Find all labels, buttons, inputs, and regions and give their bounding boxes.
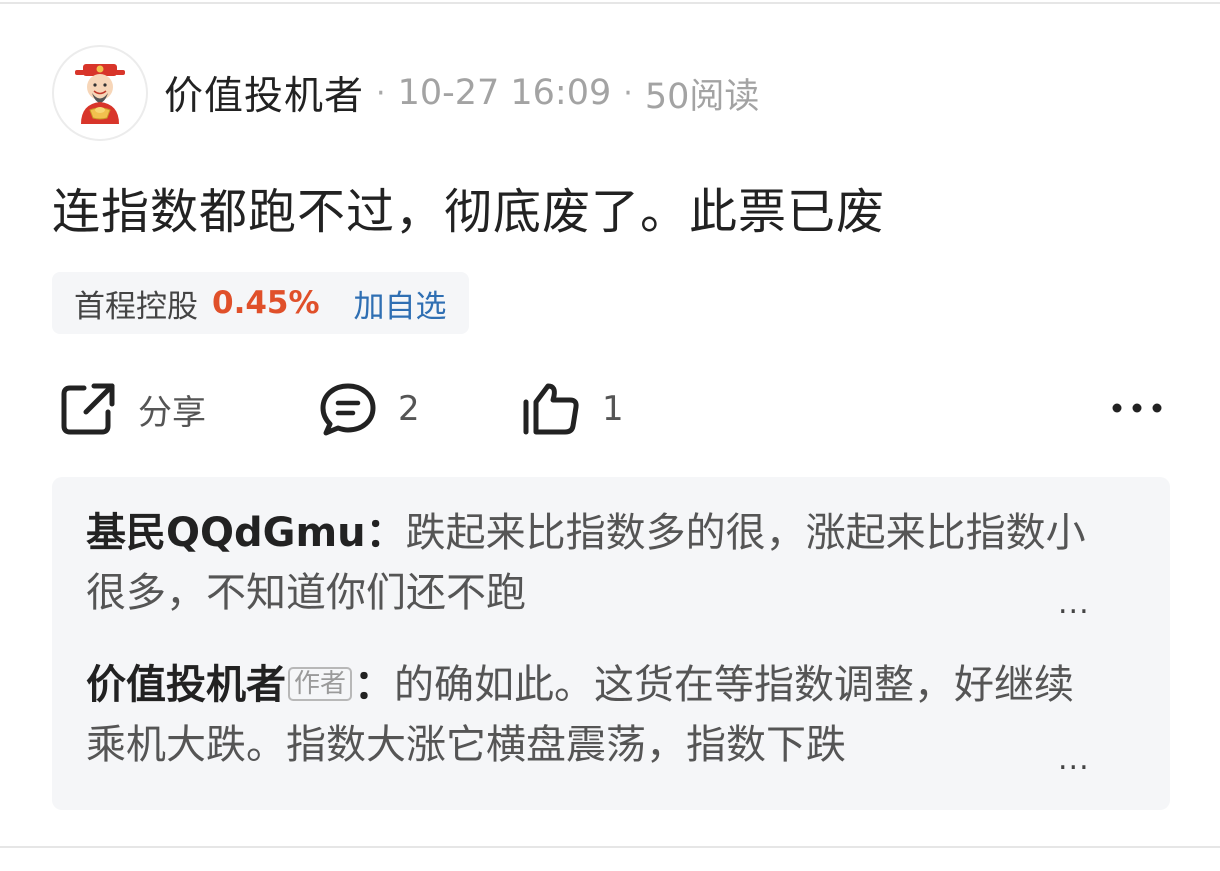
post-header: 价值投机者 · 10-27 16:09 · 50阅读 xyxy=(52,44,759,142)
comment-item[interactable]: 基民QQdGmu：跌起来比指数多的很，涨起来比指数小很多，不知道你们还不跑 xyxy=(86,503,1086,623)
thumbs-up-icon xyxy=(523,383,579,435)
post-content[interactable]: 连指数都跑不过，彻底废了。此票已废 xyxy=(52,172,885,242)
like-button[interactable]: 1 xyxy=(520,380,624,438)
comment-colon: ： xyxy=(365,510,406,556)
meta-separator: · xyxy=(376,75,386,111)
comment-count: 2 xyxy=(398,389,420,429)
comment-more-ellipsis[interactable]: ... xyxy=(1058,586,1090,621)
meta-separator: · xyxy=(623,75,633,111)
author-name[interactable]: 价值投机者 xyxy=(164,65,364,121)
comment-colon: ： xyxy=(354,662,395,708)
avatar[interactable] xyxy=(52,45,148,141)
stock-name[interactable]: 首程控股 xyxy=(74,281,198,326)
share-button[interactable]: 分享 xyxy=(58,380,206,438)
post-time: 10-27 16:09 xyxy=(397,73,612,113)
avatar-god-of-wealth-icon xyxy=(75,64,125,124)
top-divider xyxy=(0,2,1220,4)
author-badge: 作者 xyxy=(288,667,353,701)
comments-preview[interactable]: 基民QQdGmu：跌起来比指数多的很，涨起来比指数小很多，不知道你们还不跑 价值… xyxy=(52,477,1170,810)
comment-icon xyxy=(320,383,376,436)
comment-button[interactable]: 2 xyxy=(318,380,420,438)
read-count: 50阅读 xyxy=(644,76,760,117)
add-watchlist-button[interactable]: 加自选 xyxy=(354,281,447,326)
commenter-name[interactable]: 基民QQdGmu xyxy=(86,510,366,556)
share-icon xyxy=(61,383,115,435)
like-count: 1 xyxy=(602,389,624,429)
comment-more-ellipsis[interactable]: ... xyxy=(1058,742,1090,777)
comment-item[interactable]: 价值投机者 作者 ：的确如此。这货在等指数调整，好继续乘机大跌。指数大涨它横盘震荡，… xyxy=(86,655,1086,775)
stock-chip[interactable]: 首程控股 0.45% 加自选 xyxy=(52,272,469,334)
commenter-name[interactable]: 价值投机者 xyxy=(86,662,286,708)
more-dots-icon[interactable] xyxy=(1110,398,1164,418)
share-label: 分享 xyxy=(138,392,206,433)
bottom-divider xyxy=(0,846,1220,848)
stock-change: 0.45% xyxy=(212,285,320,321)
